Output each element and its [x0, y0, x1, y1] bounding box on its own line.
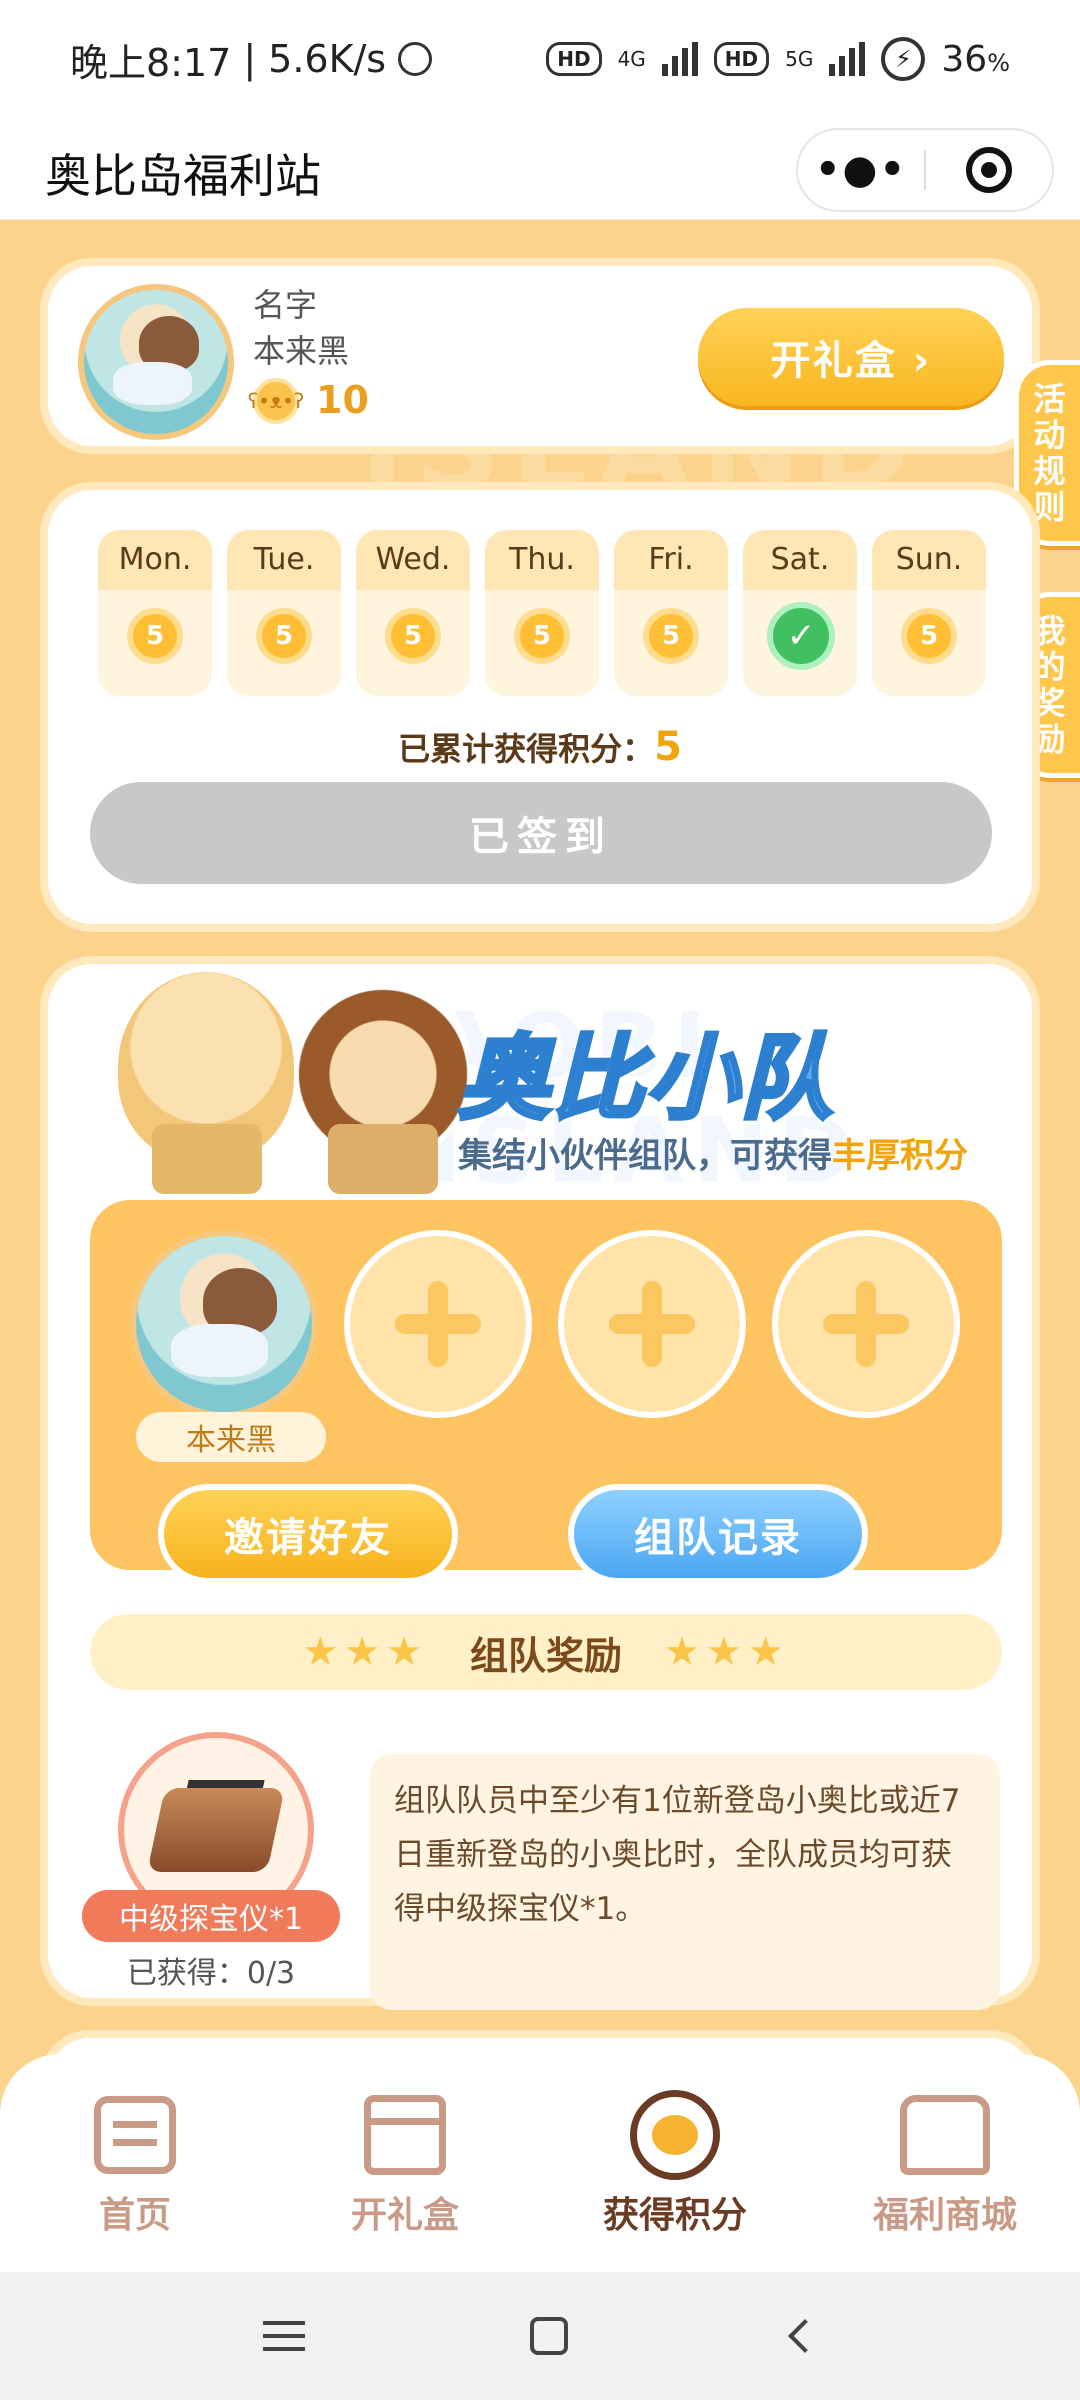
day-wed: Wed. 5: [356, 530, 470, 696]
reward-item-label: 中级探宝仪*1: [82, 1890, 340, 1942]
hd-icon-2: HD: [713, 42, 770, 76]
day-fri: Fri. 5: [614, 530, 728, 696]
capsule-menu: •●•: [796, 128, 1054, 212]
star-icon: ★★★: [302, 1629, 428, 1675]
status-bar: 晚上8:17 | 5.6K/s HD 4G HD 5G ⚡ 36%: [0, 0, 1080, 118]
reward-progress: 已获得：0/3: [126, 1956, 296, 1991]
open-gift-box-button[interactable]: 开礼盒 ›: [698, 308, 1004, 406]
day-mon: Mon. 5: [98, 530, 212, 696]
day-sat: Sat. ✓: [743, 530, 857, 696]
reward-description: 组队队员中至少有1位新登岛小奥比或近7日重新登岛的小奥比时，全队成员均可获得中级…: [370, 1754, 1000, 2010]
plus-icon: [395, 1281, 481, 1367]
day-sun: Sun. 5: [872, 530, 986, 696]
close-mini-program-button[interactable]: [926, 147, 1052, 193]
empty-member-slot[interactable]: [558, 1230, 746, 1418]
nav-open-box[interactable]: 开礼盒: [270, 2054, 540, 2272]
day-tue: Tue. 5: [227, 530, 341, 696]
calendar-icon: [90, 2090, 180, 2180]
weekday-list: Mon. 5 Tue. 5 Wed. 5 Thu. 5 Fri. 5 Sat. ✓ Sun.…: [98, 530, 986, 696]
network-speed: 5.6K/s: [268, 37, 387, 81]
nav-earn-points[interactable]: 获得积分: [540, 2054, 810, 2272]
points-coin-icon: 5: [643, 608, 699, 664]
profile-card: 名字 本来黑 ʕ•ᴥ•ʔ 10 开礼盒 ›: [40, 258, 1040, 454]
hd-icon: HD: [546, 42, 602, 76]
system-navigation-bar: [0, 2272, 1080, 2400]
more-dots-icon[interactable]: •●•: [798, 147, 924, 193]
home-icon[interactable]: [529, 2317, 568, 2355]
network-type-2: 5G: [785, 47, 814, 71]
bottom-nav: 首页 开礼盒 获得积分 福利商城: [0, 2054, 1080, 2272]
team-record-button[interactable]: 组队记录: [568, 1484, 868, 1584]
gift-box-icon: [360, 2090, 450, 2180]
team-card: AOBI ISLAND 奥比小队 集结小伙伴组队，可获得丰厚积分 本来黑 邀请好…: [40, 956, 1040, 2010]
member-avatar[interactable]: [130, 1230, 318, 1418]
day-thu: Thu. 5: [485, 530, 599, 696]
nav-shop[interactable]: 福利商城: [810, 2054, 1080, 2272]
target-icon: [965, 147, 1012, 193]
user-name: 本来黑: [253, 332, 350, 370]
checkmark-icon: ✓: [767, 602, 835, 670]
points-coin-icon: 5: [385, 608, 441, 664]
points-coin-icon: 5: [127, 608, 183, 664]
back-icon[interactable]: [788, 2319, 823, 2353]
battery-charging-icon: ⚡: [881, 37, 926, 81]
team-title: 奥比小队: [456, 1023, 835, 1134]
box-image: [152, 1124, 262, 1194]
invite-friends-button[interactable]: 邀请好友: [158, 1484, 458, 1584]
plus-icon: [609, 1281, 695, 1367]
team-reward-banner: ★★★ 组队奖励 ★★★: [90, 1614, 1002, 1690]
team-reward-title: 组队奖励: [469, 1633, 622, 1678]
shop-icon: [900, 2090, 990, 2180]
nav-home[interactable]: 首页: [0, 2054, 270, 2272]
total-points: 已累计获得积分：5: [398, 724, 682, 770]
box-image-2: [328, 1124, 438, 1194]
status-time: 晚上8:17: [70, 40, 232, 85]
signed-in-button[interactable]: 已签到: [90, 782, 992, 884]
avatar[interactable]: [78, 284, 234, 440]
bear-coin-icon: ʕ•ᴥ•ʔ: [248, 378, 304, 424]
empty-member-slot[interactable]: [772, 1230, 960, 1418]
signal-icon: [661, 42, 698, 76]
page-title: 奥比岛福利站: [45, 149, 321, 203]
name-label: 名字: [253, 286, 318, 324]
network-type-1: 4G: [617, 47, 646, 71]
main-content[interactable]: AOBI ISLAND 名字 本来黑 ʕ•ᴥ•ʔ 10 开礼盒 › 活 动 规 …: [0, 220, 1080, 2060]
star-icon: ★★★: [664, 1629, 790, 1675]
signal-icon-2: [829, 42, 866, 76]
mini-program-header: 奥比岛福利站 •●•: [0, 118, 1080, 220]
battery-level: 36%: [941, 38, 1010, 80]
points-coin-icon: 5: [256, 608, 312, 664]
points-coin-icon: 5: [901, 608, 957, 664]
points-coin-icon: 5: [514, 608, 570, 664]
clock-icon: [398, 42, 433, 76]
checkin-card: Mon. 5 Tue. 5 Wed. 5 Thu. 5 Fri. 5 Sat. ✓ Sun.…: [40, 482, 1040, 932]
member-name: 本来黑: [136, 1412, 326, 1462]
team-subtitle: 集结小伙伴组队，可获得丰厚积分: [458, 1136, 968, 1176]
bear-coin-icon: [630, 2090, 720, 2180]
coin-count: 10: [316, 378, 369, 422]
plus-icon: [823, 1281, 909, 1367]
empty-member-slot[interactable]: [344, 1230, 532, 1418]
menu-icon[interactable]: [262, 2321, 305, 2351]
